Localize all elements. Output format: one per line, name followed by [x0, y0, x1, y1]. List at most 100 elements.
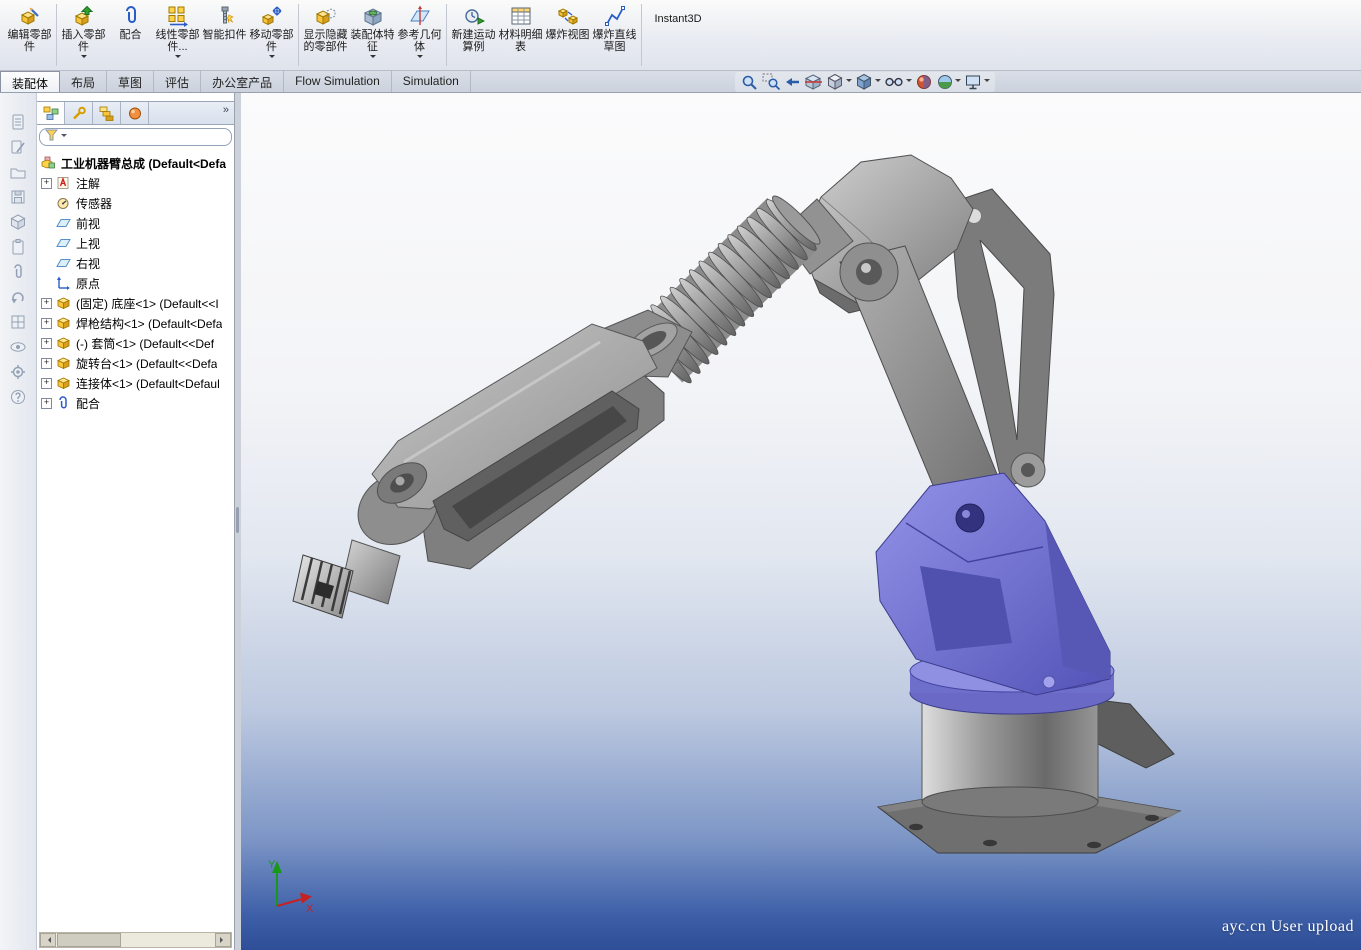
- edit-document-icon[interactable]: [5, 134, 31, 159]
- tree-root-assembly[interactable]: 工业机器臂总成 (Default<Defa: [41, 153, 234, 173]
- apply-scene-button[interactable]: [936, 72, 961, 92]
- tree-filter[interactable]: [39, 128, 232, 146]
- gear-icon[interactable]: [5, 359, 31, 384]
- tree-item-weldgun-component[interactable]: + 焊枪结构<1> (Default<Defa: [41, 313, 234, 333]
- previous-view-button[interactable]: [784, 72, 801, 92]
- reference-geometry-button[interactable]: 参考几何体: [396, 0, 443, 70]
- tree-item-front-plane[interactable]: 前视: [41, 213, 234, 233]
- show-hidden-components-button[interactable]: 显示隐藏的零部件: [302, 0, 349, 70]
- tree-item-top-plane[interactable]: 上视: [41, 233, 234, 253]
- instant3d-button[interactable]: Instant3D: [645, 0, 711, 70]
- expand-toggle[interactable]: +: [41, 358, 52, 369]
- panel-more-chevron[interactable]: »: [218, 102, 234, 124]
- toolbar-separator: [56, 4, 57, 66]
- dropdown-caret[interactable]: [175, 55, 181, 61]
- zoom-to-fit-button[interactable]: [740, 72, 759, 92]
- dropdown-caret[interactable]: [846, 79, 852, 85]
- mate-button[interactable]: 配合: [107, 0, 154, 70]
- dropdown-caret[interactable]: [875, 79, 881, 85]
- exploded-view-button[interactable]: 爆炸视图: [544, 0, 591, 70]
- new-motion-study-button[interactable]: 新建运动算例: [450, 0, 497, 70]
- cube-icon[interactable]: [5, 209, 31, 234]
- tree-item-right-plane[interactable]: 右视: [41, 253, 234, 273]
- expand-toggle[interactable]: +: [41, 178, 52, 189]
- tree-item-base-component[interactable]: + (固定) 底座<1> (Default<<I: [41, 293, 234, 313]
- view-settings-button[interactable]: [964, 72, 990, 92]
- tree-item-turntable-component[interactable]: + 旋转台<1> (Default<<Defa: [41, 353, 234, 373]
- grid-icon[interactable]: [5, 309, 31, 334]
- scrollbar-thumb[interactable]: [57, 933, 121, 947]
- plane-icon: [56, 256, 72, 270]
- help-icon[interactable]: [5, 384, 31, 409]
- smart-fasteners-icon: [214, 3, 236, 29]
- dropdown-caret[interactable]: [984, 79, 990, 85]
- component-icon: [56, 356, 72, 370]
- explode-line-sketch-icon: [604, 3, 626, 29]
- tab-simulation[interactable]: Simulation: [392, 71, 471, 92]
- save-icon[interactable]: [5, 184, 31, 209]
- insert-component-button[interactable]: 插入零部件: [60, 0, 107, 70]
- tab-evaluate[interactable]: 评估: [154, 71, 201, 92]
- clipboard-icon[interactable]: [5, 234, 31, 259]
- tab-assembly[interactable]: 装配体: [0, 71, 60, 92]
- edit-appearance-button[interactable]: [915, 72, 933, 92]
- display-style-button[interactable]: [855, 72, 881, 92]
- zoom-to-area-button[interactable]: [762, 72, 781, 92]
- component-icon: [56, 376, 72, 390]
- splitter-handle[interactable]: [236, 507, 239, 533]
- expand-toggle[interactable]: +: [41, 318, 52, 329]
- scroll-left-button[interactable]: [40, 933, 56, 947]
- tab-layout[interactable]: 布局: [60, 71, 107, 92]
- dropdown-caret[interactable]: [417, 55, 423, 61]
- feature-manager-tab[interactable]: [37, 102, 65, 124]
- expand-toggle[interactable]: +: [41, 298, 52, 309]
- filter-caret[interactable]: [61, 134, 67, 140]
- move-component-button[interactable]: 移动零部件: [248, 0, 295, 70]
- paperclip-icon[interactable]: [5, 259, 31, 284]
- dropdown-caret[interactable]: [81, 55, 87, 61]
- configuration-manager-tab[interactable]: [93, 102, 121, 124]
- view-orientation-button[interactable]: [826, 72, 852, 92]
- tree-item-origin[interactable]: 原点: [41, 273, 234, 293]
- smart-fasteners-button[interactable]: 智能扣件: [201, 0, 248, 70]
- graphics-viewport[interactable]: Y X ayc.cn User upload: [241, 93, 1361, 950]
- panel-horizontal-scrollbar[interactable]: [39, 932, 232, 948]
- robot-arm-model[interactable]: Y X: [241, 93, 1361, 950]
- document-icon[interactable]: [5, 109, 31, 134]
- watermark-text: ayc.cn User upload: [1222, 918, 1354, 936]
- tab-office-products[interactable]: 办公室产品: [201, 71, 284, 92]
- hide-show-items-button[interactable]: [884, 72, 912, 92]
- tree-item-sensors[interactable]: 传感器: [41, 193, 234, 213]
- tab-flow-simulation[interactable]: Flow Simulation: [284, 71, 392, 92]
- solidworks-window: 编辑零部件 插入零部件 配合 线性零部件... 智能扣件 移动零部件: [0, 0, 1361, 950]
- expand-toggle[interactable]: +: [41, 398, 52, 409]
- toolbar-separator: [298, 4, 299, 66]
- tree-item-annotations[interactable]: + 注解: [41, 173, 234, 193]
- dropdown-caret[interactable]: [906, 79, 912, 85]
- instant3d-label: Instant3D: [654, 13, 701, 25]
- assembly-features-label: 装配体特征: [349, 29, 396, 53]
- dropdown-caret[interactable]: [955, 79, 961, 85]
- section-view-button[interactable]: [804, 72, 823, 92]
- move-component-label: 移动零部件: [248, 29, 295, 53]
- tree-item-sleeve-component[interactable]: + (-) 套筒<1> (Default<<Def: [41, 333, 234, 353]
- linear-component-pattern-button[interactable]: 线性零部件...: [154, 0, 201, 70]
- bill-of-materials-button[interactable]: 材料明细表: [497, 0, 544, 70]
- scroll-right-button[interactable]: [215, 933, 231, 947]
- display-manager-tab[interactable]: [121, 102, 149, 124]
- expand-toggle[interactable]: +: [41, 378, 52, 389]
- assembly-features-button[interactable]: 装配体特征: [349, 0, 396, 70]
- eye-icon[interactable]: [5, 334, 31, 359]
- tree-item-mates[interactable]: + 配合: [41, 393, 234, 413]
- dropdown-caret[interactable]: [370, 55, 376, 61]
- property-manager-tab[interactable]: [65, 102, 93, 124]
- explode-line-sketch-button[interactable]: 爆炸直线草图: [591, 0, 638, 70]
- tree-item-connector-component[interactable]: + 连接体<1> (Default<Defaul: [41, 373, 234, 393]
- show-hidden-components-icon: [315, 3, 337, 29]
- tab-sketch[interactable]: 草图: [107, 71, 154, 92]
- undo-arrow-icon[interactable]: [5, 284, 31, 309]
- expand-toggle[interactable]: +: [41, 338, 52, 349]
- folder-icon[interactable]: [5, 159, 31, 184]
- dropdown-caret[interactable]: [269, 55, 275, 61]
- edit-component-button[interactable]: 编辑零部件: [6, 0, 53, 70]
